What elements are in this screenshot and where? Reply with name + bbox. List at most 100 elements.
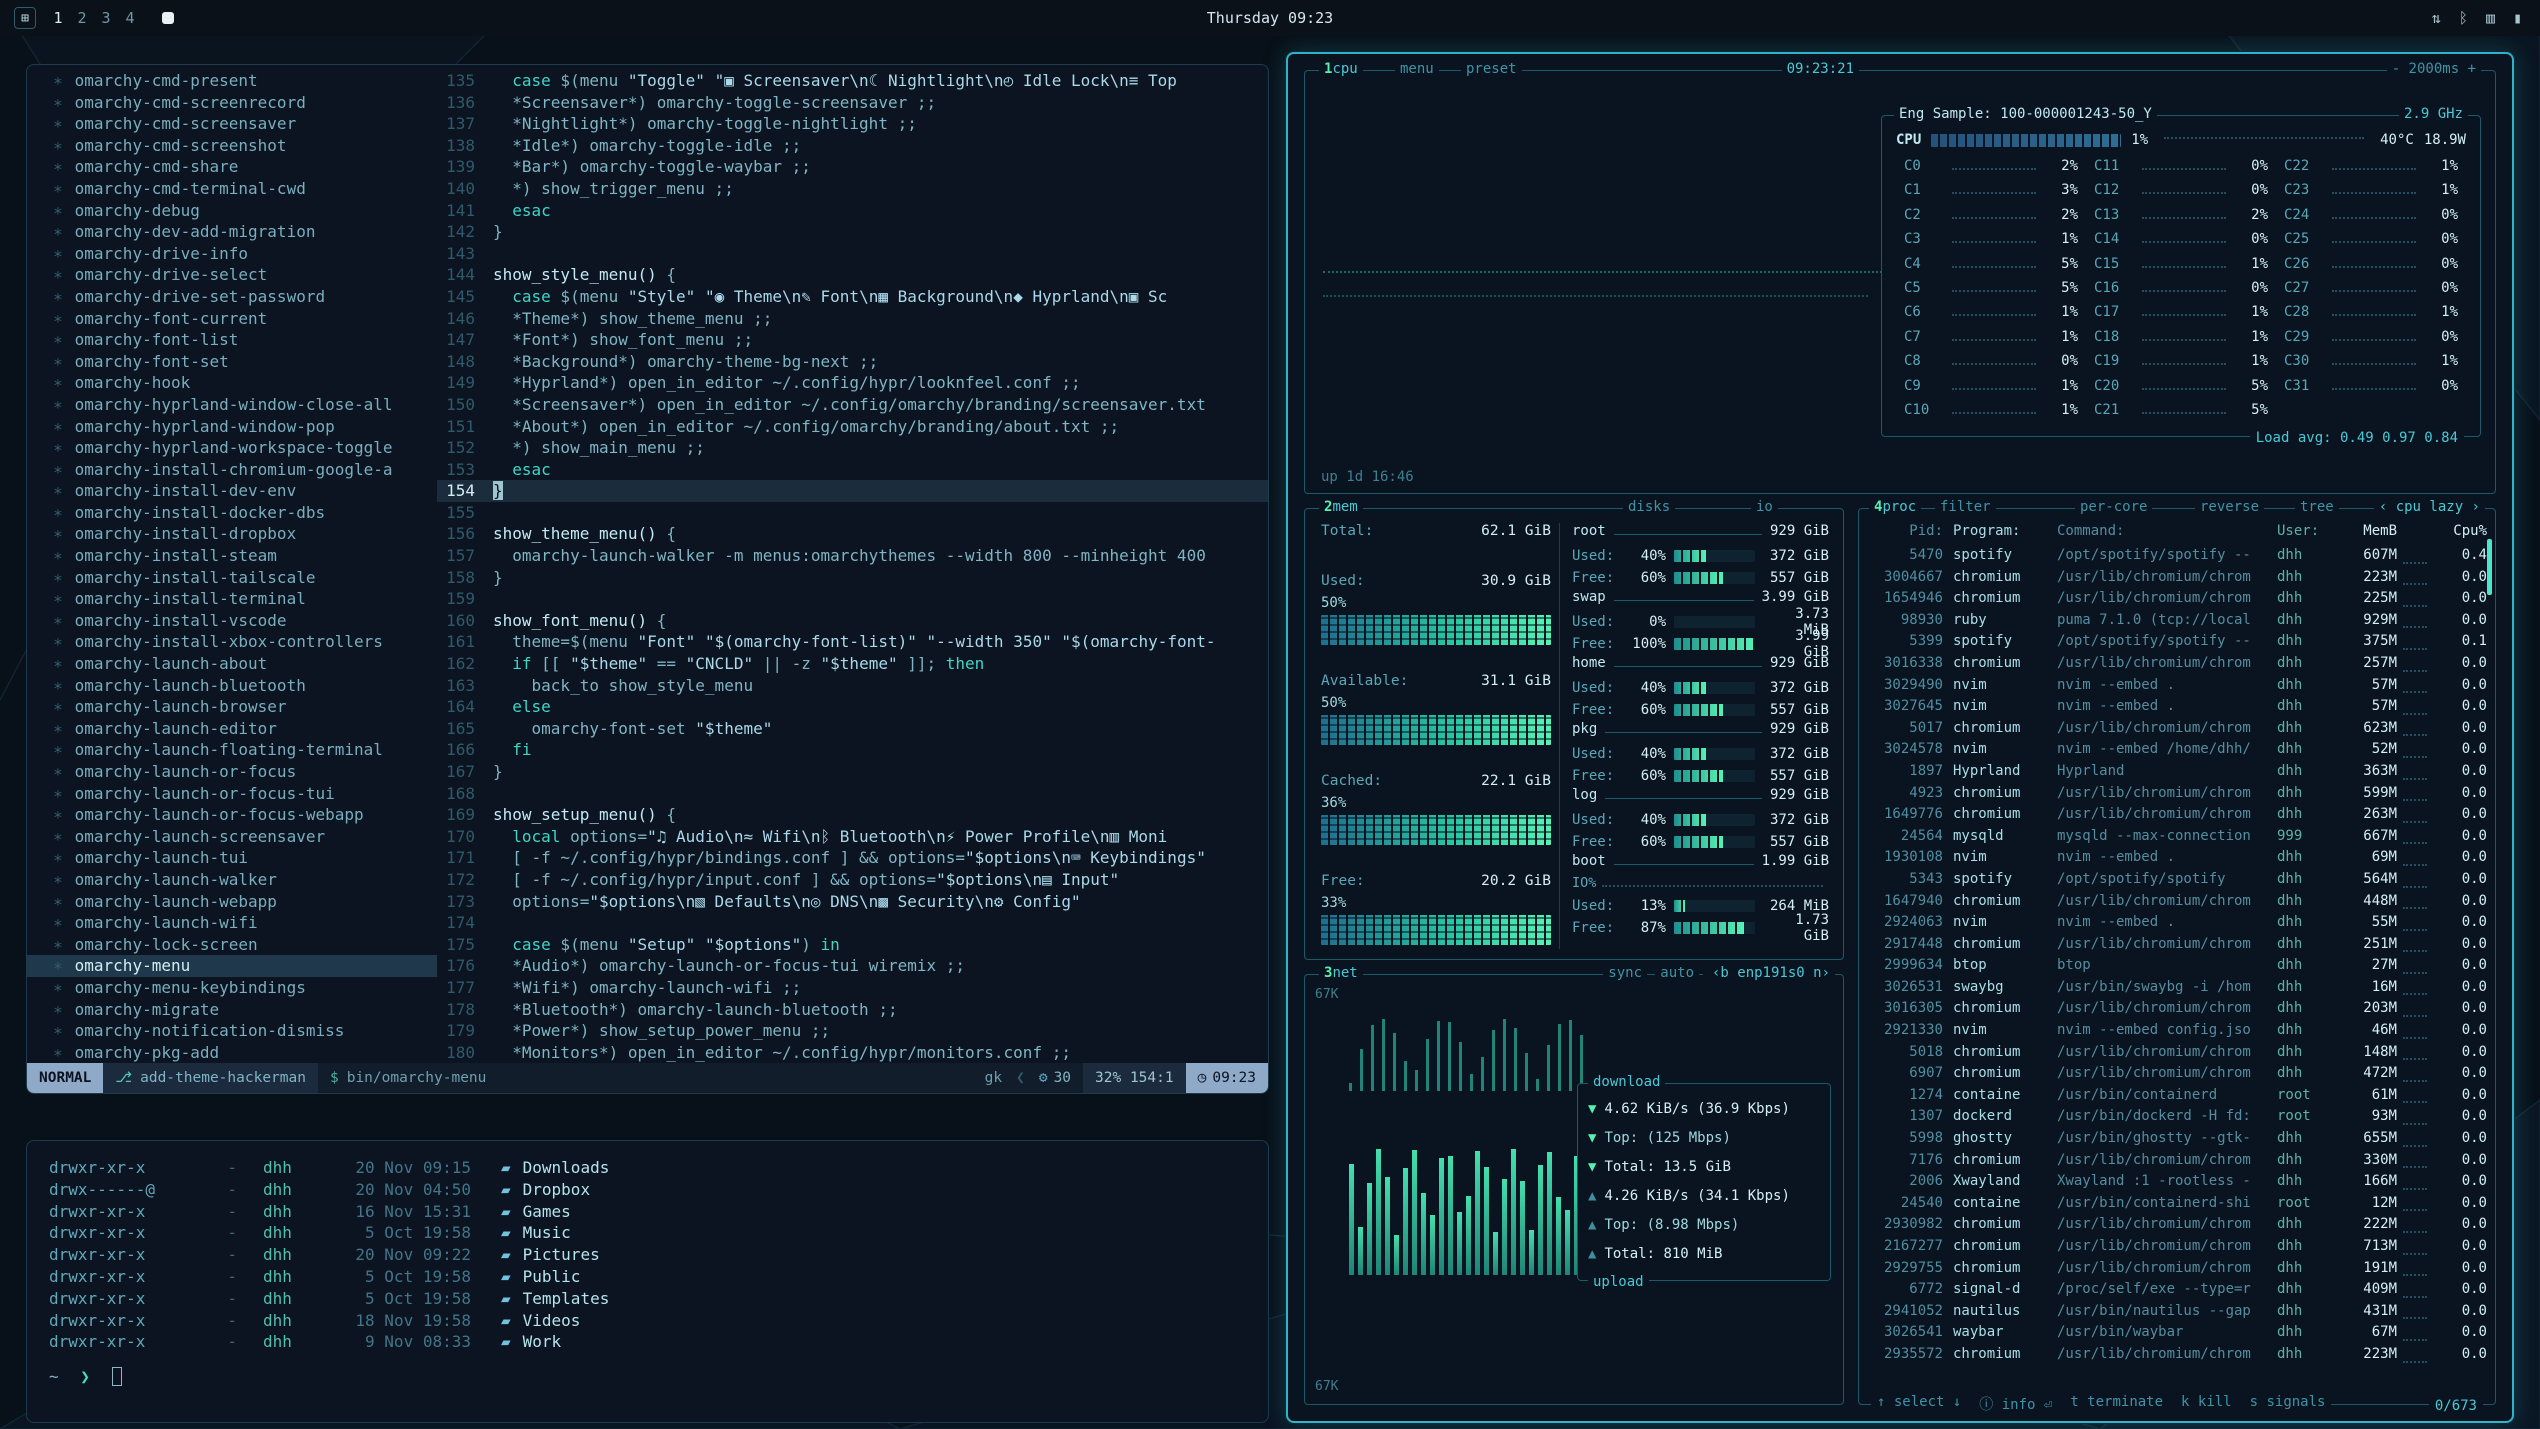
process-column-header[interactable]: [2397, 523, 2433, 547]
process-column-header[interactable]: Command:: [2057, 523, 2277, 547]
process-row[interactable]: 2924063nvimnvim --embed .dhh55M0.0: [1867, 914, 2487, 936]
code-line[interactable]: 170 local options="♫ Audio\n≈ Wifi\nᛒ Bl…: [437, 826, 1268, 848]
code-line[interactable]: 166 fi: [437, 739, 1268, 761]
process-row[interactable]: 5470spotify/opt/spotify/spotify --dhh607…: [1867, 547, 2487, 569]
tree-item[interactable]: ∗omarchy-install-docker-dbs: [27, 502, 437, 524]
tree-item[interactable]: ∗omarchy-launch-or-focus-tui: [27, 783, 437, 805]
code-line[interactable]: 142}: [437, 221, 1268, 243]
tree-item[interactable]: ∗omarchy-launch-bluetooth: [27, 675, 437, 697]
code-line[interactable]: 164 else: [437, 696, 1268, 718]
process-row[interactable]: 2930982chromium/usr/lib/chromium/chromdh…: [1867, 1216, 2487, 1238]
tree-item[interactable]: ∗omarchy-launch-floating-terminal: [27, 739, 437, 761]
tree-item[interactable]: ∗omarchy-install-steam: [27, 545, 437, 567]
process-row[interactable]: 2935572chromium/usr/lib/chromium/chromdh…: [1867, 1346, 2487, 1368]
tree-item[interactable]: ∗omarchy-hook: [27, 372, 437, 394]
process-row[interactable]: 3026531swaybg/usr/bin/swaybg -i /homdhh1…: [1867, 979, 2487, 1001]
code-line[interactable]: 137 *Nightlight*) omarchy-toggle-nightli…: [437, 113, 1268, 135]
tree-item[interactable]: ∗omarchy-launch-tui: [27, 847, 437, 869]
code-line[interactable]: 159: [437, 588, 1268, 610]
process-row[interactable]: 4923chromium/usr/lib/chromium/chromdhh59…: [1867, 785, 2487, 807]
process-row[interactable]: 1647940chromium/usr/lib/chromium/chromdh…: [1867, 893, 2487, 915]
process-column-header[interactable]: Program:: [1953, 523, 2057, 547]
code-line[interactable]: 180 *Monitors*) open_in_editor ~/.config…: [437, 1042, 1268, 1063]
tree-item[interactable]: ∗omarchy-cmd-terminal-cwd: [27, 178, 437, 200]
tree-item[interactable]: ∗omarchy-launch-walker: [27, 869, 437, 891]
process-row[interactable]: 24564mysqldmysqld --max-connection999667…: [1867, 828, 2487, 850]
code-pane[interactable]: 135 case $(menu "Toggle" "▣ Screensaver\…: [437, 65, 1268, 1063]
code-line[interactable]: 175 case $(menu "Setup" "$options") in: [437, 934, 1268, 956]
process-row[interactable]: 3004667chromium/usr/lib/chromium/chromdh…: [1867, 569, 2487, 591]
process-row[interactable]: 3026541waybar/usr/bin/waybardhh67M0.0: [1867, 1324, 2487, 1346]
tree-item[interactable]: ∗omarchy-install-xbox-controllers: [27, 631, 437, 653]
net-auto-button[interactable]: auto: [1655, 965, 1699, 981]
io-tab[interactable]: io: [1751, 499, 1778, 515]
tree-item[interactable]: ∗omarchy-drive-info: [27, 243, 437, 265]
process-row[interactable]: 3027645nvimnvim --embed .dhh57M0.0: [1867, 698, 2487, 720]
code-line[interactable]: 172 [ -f ~/.config/hypr/input.conf ] && …: [437, 869, 1268, 891]
process-row[interactable]: 7176chromium/usr/lib/chromium/chromdhh33…: [1867, 1152, 2487, 1174]
btop-menu-button[interactable]: menu: [1395, 61, 1439, 77]
proc-tree-button[interactable]: tree: [2295, 499, 2339, 515]
tree-item[interactable]: ∗omarchy-install-chromium-google-a: [27, 459, 437, 481]
proc-reverse-button[interactable]: reverse: [2195, 499, 2264, 515]
tree-item[interactable]: ∗omarchy-launch-browser: [27, 696, 437, 718]
code-line[interactable]: 135 case $(menu "Toggle" "▣ Screensaver\…: [437, 70, 1268, 92]
process-column-header[interactable]: User:: [2277, 523, 2333, 547]
process-row[interactable]: 1654946chromium/usr/lib/chromium/chromdh…: [1867, 590, 2487, 612]
tree-item[interactable]: ∗omarchy-drive-select: [27, 264, 437, 286]
tree-item[interactable]: ∗omarchy-launch-webapp: [27, 891, 437, 913]
code-line[interactable]: 173 options="$options\n▧ Defaults\n◎ DNS…: [437, 891, 1268, 913]
tree-item[interactable]: ∗omarchy-font-list: [27, 329, 437, 351]
tree-item[interactable]: ∗omarchy-launch-editor: [27, 718, 437, 740]
code-line[interactable]: 152 *) show_main_menu ;;: [437, 437, 1268, 459]
process-row[interactable]: 5998ghostty/usr/bin/ghostty --gtk-dhh655…: [1867, 1130, 2487, 1152]
tree-item[interactable]: ∗omarchy-install-terminal: [27, 588, 437, 610]
net-interface-selector[interactable]: ‹b enp191s0 n›: [1707, 965, 1835, 981]
tree-item[interactable]: ∗omarchy-notification-dismiss: [27, 1020, 437, 1042]
code-line[interactable]: 147 *Font*) show_font_menu ;;: [437, 329, 1268, 351]
code-line[interactable]: 150 *Screensaver*) open_in_editor ~/.con…: [437, 394, 1268, 416]
proc-action-kkill[interactable]: k kill: [2181, 1394, 2232, 1414]
tree-item[interactable]: ∗omarchy-launch-or-focus-webapp: [27, 804, 437, 826]
code-line[interactable]: 146 *Theme*) show_theme_menu ;;: [437, 308, 1268, 330]
code-line[interactable]: 144show_style_menu() {: [437, 264, 1268, 286]
btop-preset-button[interactable]: preset: [1461, 61, 1522, 77]
code-line[interactable]: 149 *Hyprland*) open_in_editor ~/.config…: [437, 372, 1268, 394]
tree-item[interactable]: ∗omarchy-menu-keybindings: [27, 977, 437, 999]
disks-tab[interactable]: disks: [1623, 499, 1675, 515]
code-line[interactable]: 140 *) show_trigger_menu ;;: [437, 178, 1268, 200]
process-row[interactable]: 24540containe/usr/bin/containerd-shiroot…: [1867, 1195, 2487, 1217]
tree-item[interactable]: ∗omarchy-drive-set-password: [27, 286, 437, 308]
tree-item[interactable]: ∗omarchy-launch-or-focus: [27, 761, 437, 783]
tree-item[interactable]: ∗omarchy-install-tailscale: [27, 567, 437, 589]
code-line[interactable]: 169show_setup_menu() {: [437, 804, 1268, 826]
code-line[interactable]: 178 *Bluetooth*) omarchy-launch-bluetoot…: [437, 999, 1268, 1021]
proc-sort-selector[interactable]: ‹ cpu lazy ›: [2374, 499, 2485, 515]
proc-filter-button[interactable]: filter: [1935, 499, 1996, 515]
process-row[interactable]: 5017chromium/usr/lib/chromium/chromdhh62…: [1867, 720, 2487, 742]
tree-item[interactable]: ∗omarchy-pkg-add: [27, 1042, 437, 1063]
process-row[interactable]: 2941052nautilus/usr/bin/nautilus --gapdh…: [1867, 1303, 2487, 1325]
tree-item[interactable]: ∗omarchy-lock-screen: [27, 934, 437, 956]
process-row[interactable]: 3016338chromium/usr/lib/chromium/chromdh…: [1867, 655, 2487, 677]
process-row[interactable]: 98930rubypuma 7.1.0 (tcp://localdhh929M0…: [1867, 612, 2487, 634]
process-column-header[interactable]: Pid:: [1867, 523, 1953, 547]
tree-item[interactable]: ∗omarchy-install-dropbox: [27, 523, 437, 545]
tree-item[interactable]: ∗omarchy-hyprland-workspace-toggle: [27, 437, 437, 459]
process-row[interactable]: 2921330nvimnvim --embed config.jsodhh46M…: [1867, 1022, 2487, 1044]
code-line[interactable]: 177 *Wifi*) omarchy-launch-wifi ;;: [437, 977, 1268, 999]
process-row[interactable]: 2006XwaylandXwayland :1 -rootless -dhh16…: [1867, 1173, 2487, 1195]
proc-action-ssignals[interactable]: s signals: [2250, 1394, 2326, 1414]
update-interval-control[interactable]: - 2000ms +: [2387, 61, 2481, 77]
code-line[interactable]: 141 esac: [437, 200, 1268, 222]
code-line[interactable]: 165 omarchy-font-set "$theme": [437, 718, 1268, 740]
process-row[interactable]: 3029490nvimnvim --embed .dhh57M0.0: [1867, 677, 2487, 699]
tree-item[interactable]: ∗omarchy-cmd-screenshot: [27, 135, 437, 157]
tree-item[interactable]: ∗omarchy-dev-add-migration: [27, 221, 437, 243]
tree-item[interactable]: ∗omarchy-font-set: [27, 351, 437, 373]
code-line[interactable]: 163 back_to show_style_menu: [437, 675, 1268, 697]
tree-item[interactable]: ∗omarchy-launch-wifi: [27, 912, 437, 934]
code-line[interactable]: 157 omarchy-launch-walker -m menus:omarc…: [437, 545, 1268, 567]
proc-action-select[interactable]: ↑ select ↓: [1877, 1394, 1961, 1414]
code-line[interactable]: 138 *Idle*) omarchy-toggle-idle ;;: [437, 135, 1268, 157]
